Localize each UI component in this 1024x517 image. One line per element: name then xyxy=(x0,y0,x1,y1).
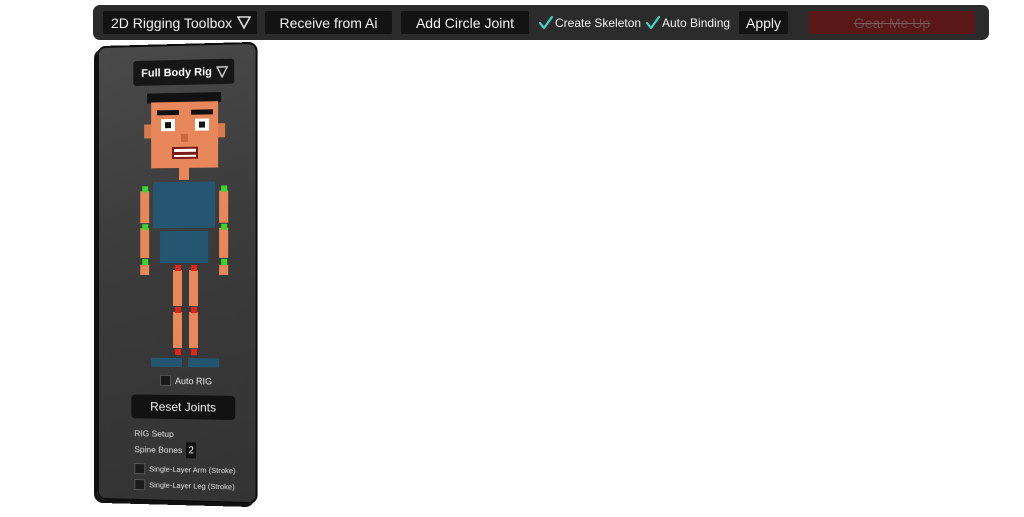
gear-me-up-label: Gear Me Up xyxy=(853,14,931,31)
spine-bones-row: Spine Bones 2 xyxy=(134,441,197,459)
character-nose xyxy=(180,133,188,142)
character-forearm-right xyxy=(219,227,229,258)
receive-from-ai-button[interactable]: Receive from Ai xyxy=(265,11,392,34)
character-neck xyxy=(178,167,189,180)
character-figure xyxy=(99,44,260,377)
single-layer-arm-checkbox-box[interactable] xyxy=(134,463,146,475)
character-thigh-right xyxy=(188,269,199,307)
joint-knee-right[interactable] xyxy=(190,307,197,314)
apply-button[interactable]: Apply xyxy=(739,11,788,34)
checkmark-icon xyxy=(645,15,661,29)
character-belly xyxy=(160,230,209,264)
top-toolbar: 2D Rigging Toolbox Receive from Ai Add C… xyxy=(93,5,989,40)
character-upper-arm-left xyxy=(140,191,150,224)
gear-me-up-button[interactable]: Gear Me Up xyxy=(809,11,975,34)
character-thigh-left xyxy=(173,269,182,307)
rig-panel: Full Body Rig Auto RIG Reset Joints RIG … xyxy=(96,41,260,505)
joint-wrist-left[interactable] xyxy=(142,259,149,266)
character-teeth-lower xyxy=(174,154,196,158)
character-upper-arm-right xyxy=(219,190,229,223)
character-eyebrow-right xyxy=(190,109,214,115)
joint-shoulder-right[interactable] xyxy=(221,185,228,192)
reset-joints-button[interactable]: Reset Joints xyxy=(131,394,236,420)
character-foot-right xyxy=(187,358,220,368)
joint-hip-left[interactable] xyxy=(175,264,181,272)
dropdown-triangle-icon xyxy=(237,16,251,30)
auto-binding-label: Auto Binding xyxy=(662,15,731,30)
auto-binding-checkbox[interactable]: Auto Binding xyxy=(645,11,730,34)
add-circle-joint-button[interactable]: Add Circle Joint xyxy=(401,11,529,34)
character-foot-left xyxy=(151,357,182,368)
character-pupil-left xyxy=(165,122,172,129)
character-teeth xyxy=(174,148,196,153)
single-layer-arm-checkbox[interactable]: Single-Layer Arm (Stroke) xyxy=(134,463,236,476)
character-forearm-left xyxy=(140,228,150,259)
apply-label: Apply xyxy=(745,14,782,31)
receive-from-ai-label: Receive from Ai xyxy=(279,14,378,31)
character-shin-right xyxy=(188,312,199,349)
auto-rig-label: Auto RIG xyxy=(175,375,213,386)
single-layer-arm-label: Single-Layer Arm (Stroke) xyxy=(149,464,236,476)
character-chest xyxy=(153,181,216,229)
toolbox-dropdown-label: 2D Rigging Toolbox xyxy=(111,14,233,31)
rig-setup-heading: RIG Setup xyxy=(134,428,174,439)
create-skeleton-label: Create Skeleton xyxy=(555,15,642,30)
joint-hip-right[interactable] xyxy=(190,264,197,271)
spine-bones-input[interactable]: 2 xyxy=(186,442,197,459)
character-pupil-right xyxy=(199,121,206,128)
joint-shoulder-left[interactable] xyxy=(142,186,149,193)
reset-joints-label: Reset Joints xyxy=(150,399,217,415)
single-layer-leg-label: Single-Layer Leg (Stroke) xyxy=(149,480,235,492)
spine-bones-label: Spine Bones xyxy=(134,444,183,456)
character-shin-left xyxy=(173,311,182,349)
character-ear-right xyxy=(218,123,226,138)
checkmark-icon xyxy=(538,15,554,29)
single-layer-leg-checkbox[interactable]: Single-Layer Leg (Stroke) xyxy=(134,478,235,492)
joint-elbow-right[interactable] xyxy=(221,223,228,230)
joint-wrist-right[interactable] xyxy=(221,258,228,265)
joint-ankle-right[interactable] xyxy=(190,349,197,356)
auto-rig-checkbox[interactable]: Auto RIG xyxy=(160,374,213,387)
joint-ankle-left[interactable] xyxy=(175,348,181,356)
joint-knee-left[interactable] xyxy=(175,306,181,314)
auto-rig-checkbox-box[interactable] xyxy=(160,374,172,386)
create-skeleton-checkbox[interactable]: Create Skeleton xyxy=(538,11,641,34)
character-hand-left xyxy=(140,265,150,275)
single-layer-leg-checkbox-box[interactable] xyxy=(134,478,146,491)
character-ear-left xyxy=(144,124,152,139)
character-hand-right xyxy=(219,264,229,276)
joint-elbow-left[interactable] xyxy=(142,224,149,231)
character-eyebrow-left xyxy=(157,109,179,116)
add-circle-joint-label: Add Circle Joint xyxy=(415,14,515,31)
toolbox-dropdown[interactable]: 2D Rigging Toolbox xyxy=(103,11,257,34)
